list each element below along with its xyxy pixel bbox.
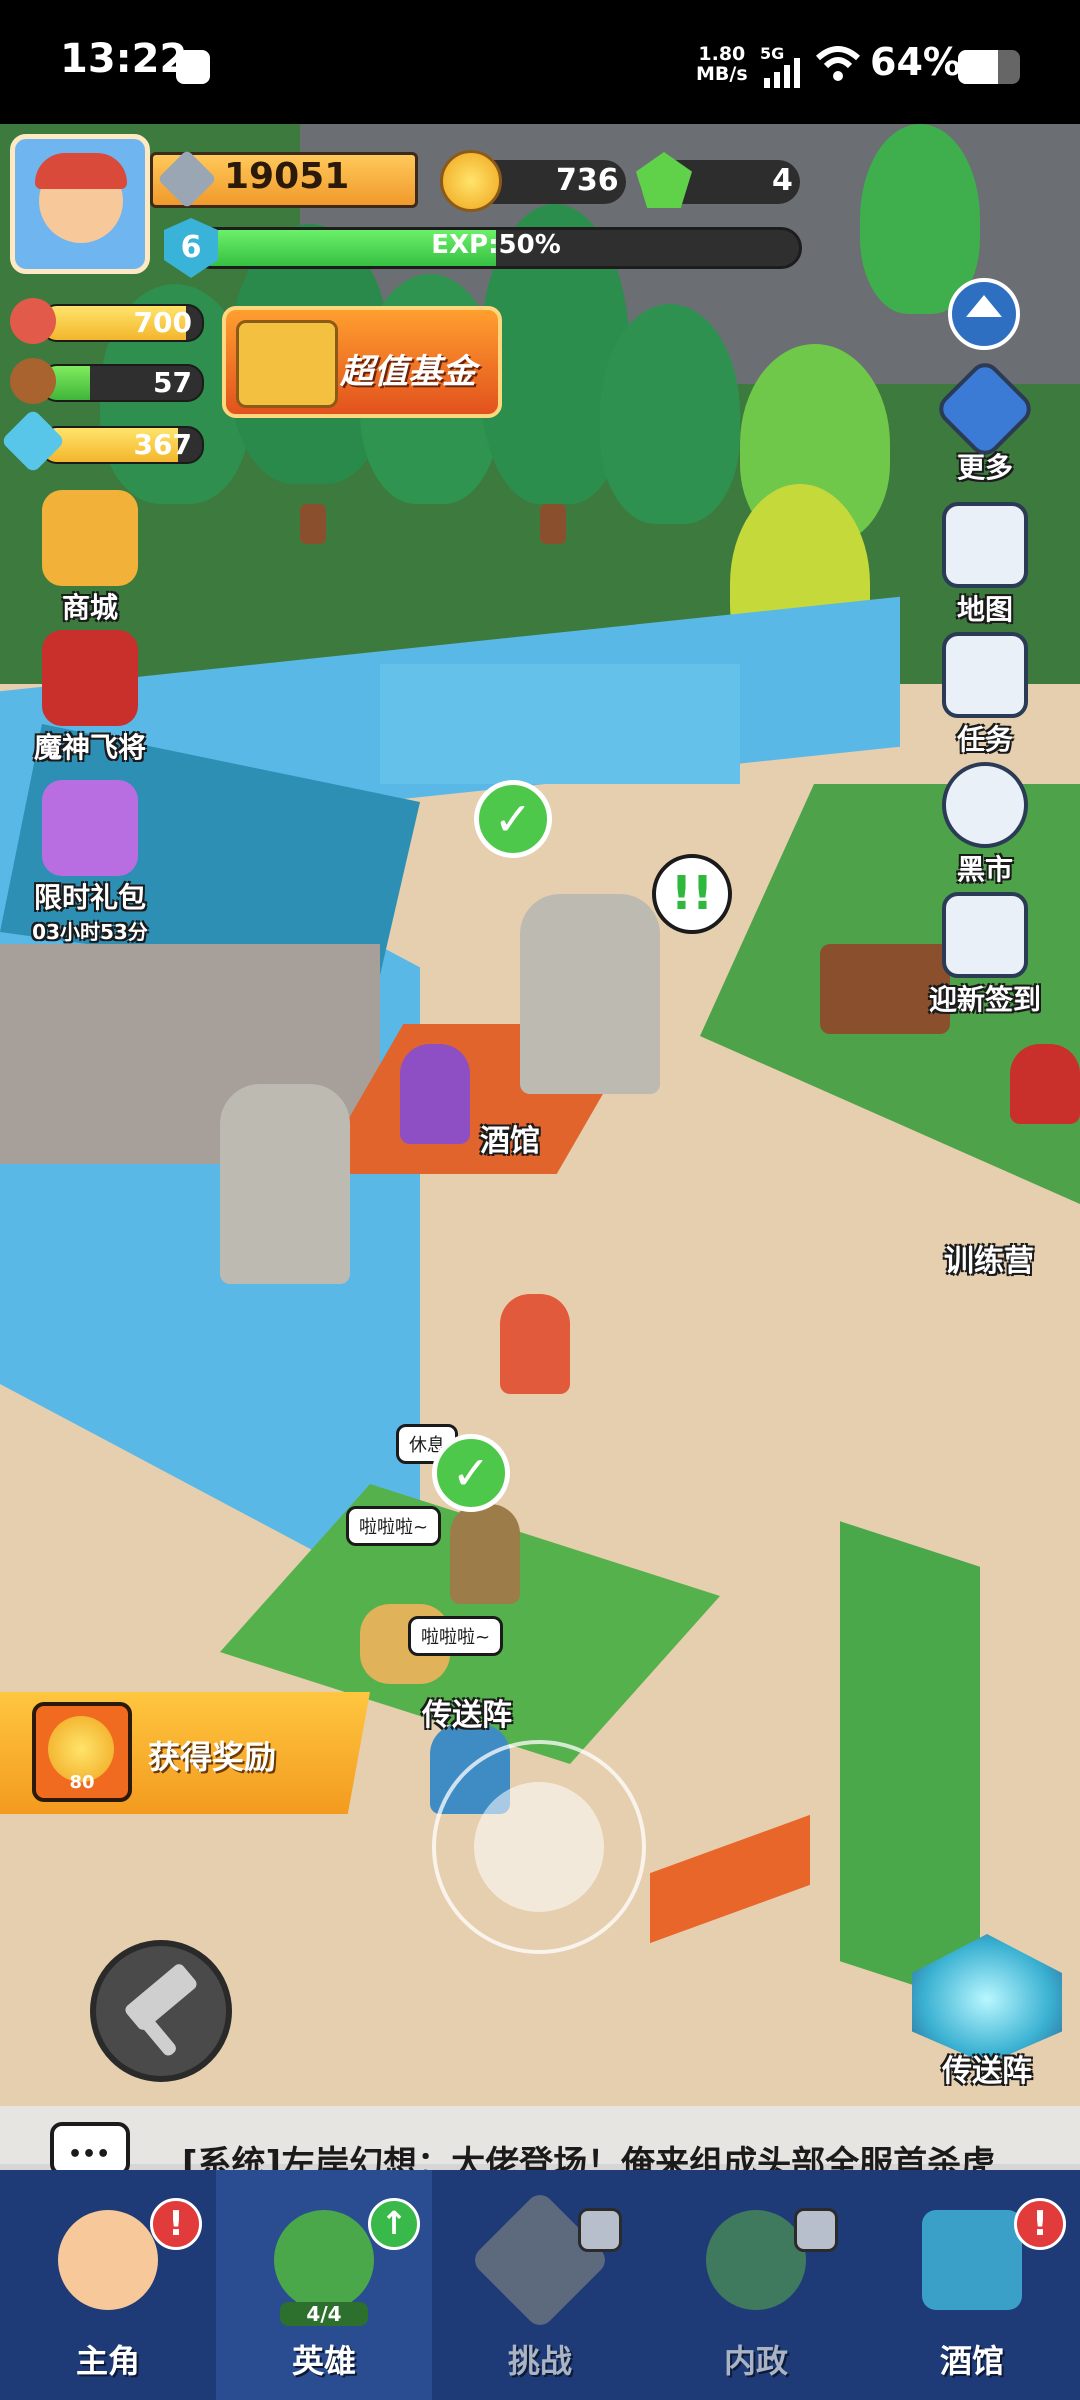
- tasks-button[interactable]: 任务: [920, 632, 1050, 758]
- black-market-label: 黑市: [956, 853, 1013, 886]
- nav-tavern[interactable]: ! 酒馆: [864, 2170, 1080, 2400]
- hero-general-icon: [274, 2210, 374, 2310]
- alert-badge: !: [150, 2198, 202, 2250]
- speech-bubble: 啦啦啦~: [346, 1506, 442, 1546]
- banner-flag: [650, 1814, 810, 1944]
- protagonist-icon: [58, 2210, 158, 2310]
- chat-dots: •••: [68, 2142, 111, 2167]
- reward-label: 获得奖励: [148, 1738, 277, 1776]
- app-notification-icon: [176, 50, 210, 84]
- map-label: 地图: [956, 593, 1013, 626]
- chevron-up-icon: [966, 295, 1002, 317]
- nav-label: 主角: [75, 2342, 140, 2380]
- player-character[interactable]: [500, 1294, 570, 1394]
- nav-label: 酒馆: [939, 2342, 1004, 2380]
- river: [380, 664, 740, 784]
- hero-count: 4/4: [280, 2302, 368, 2326]
- shop-icon: [42, 490, 138, 586]
- map-button[interactable]: 地图: [920, 502, 1050, 628]
- gift-box-icon: [42, 780, 138, 876]
- value-fund-label: 超值基金: [340, 352, 476, 392]
- avatar-hat: [35, 153, 127, 189]
- network-speed-value: 1.80: [698, 43, 746, 65]
- more-button[interactable]: 更多: [920, 356, 1050, 486]
- training-camp-label[interactable]: 训练营: [944, 1236, 1034, 1280]
- money-bag-icon: [942, 762, 1028, 848]
- stone-guardian: [520, 894, 660, 1094]
- map-pin-icon: [942, 502, 1028, 588]
- npc-tavern-keeper[interactable]: [400, 1044, 470, 1144]
- battery-percent: 64%: [870, 40, 961, 84]
- trunk: [300, 504, 326, 544]
- reward-count: 80: [69, 1772, 95, 1793]
- portal-check-icon[interactable]: ✓: [432, 1434, 510, 1512]
- nav-affairs[interactable]: 内政: [648, 2170, 864, 2400]
- crystal-stock-value: 367: [133, 428, 192, 461]
- calendar-check-icon: [942, 892, 1028, 978]
- lock-icon: [578, 2208, 622, 2252]
- tree: [600, 304, 740, 524]
- checkin-button[interactable]: 迎新签到: [920, 892, 1050, 1018]
- crystal-stock-bar: 367: [40, 426, 204, 464]
- black-market-button[interactable]: 黑市: [920, 762, 1050, 888]
- hedge: [840, 1521, 980, 2007]
- nav-heroes[interactable]: 4/4 ↑ 英雄: [216, 2170, 432, 2400]
- tavern-check-icon[interactable]: ✓: [474, 780, 552, 858]
- tasks-label: 任务: [956, 723, 1013, 756]
- battery-fill: [958, 50, 998, 84]
- nav-label: 英雄: [291, 2342, 356, 2380]
- npc-hero[interactable]: [450, 1504, 520, 1604]
- shop-button[interactable]: 商城: [20, 490, 160, 626]
- checkin-label: 迎新签到: [928, 983, 1041, 1016]
- battery-icon: [958, 50, 1020, 84]
- meat-stock-bar: 700: [40, 304, 204, 342]
- limited-gift-button[interactable]: 限时礼包 03小时53分: [20, 780, 160, 945]
- demon-general-icon: [42, 630, 138, 726]
- portal-label[interactable]: 传送阵: [422, 1690, 512, 1734]
- signal-icon: [764, 58, 800, 88]
- network-speed: 1.80 MB/s: [696, 44, 748, 84]
- demon-general-button[interactable]: 魔神飞将: [20, 630, 160, 766]
- limited-gift-label: 限时礼包: [33, 881, 146, 914]
- nav-challenge[interactable]: 挑战: [432, 2170, 648, 2400]
- nav-label: 挑战: [507, 2342, 572, 2380]
- combat-power-value: 19051: [224, 156, 350, 197]
- trunk: [540, 504, 566, 544]
- upgrade-arrow-icon: ↑: [368, 2198, 420, 2250]
- demon-general-label: 魔神飞将: [33, 731, 146, 764]
- hammer-icon: [123, 1961, 199, 2033]
- wood-stock-bar: 57: [40, 364, 204, 402]
- shop-label: 商城: [61, 591, 118, 624]
- dragon-icon: [706, 2210, 806, 2310]
- stone-guardian: [220, 1084, 350, 1284]
- hammer-build-button[interactable]: [90, 1940, 232, 2082]
- network-speed-unit: MB/s: [696, 63, 748, 85]
- gift-timer: 03小时53分: [32, 920, 148, 944]
- player-avatar[interactable]: [10, 134, 150, 274]
- wood-stock-value: 57: [153, 366, 192, 399]
- quest-exclaim-icon[interactable]: !!: [652, 854, 732, 934]
- gold-value: 736: [556, 163, 619, 198]
- gem-value: 4: [772, 163, 793, 198]
- alert-badge: !: [1014, 2198, 1066, 2250]
- speech-bubble: 啦啦啦~: [408, 1616, 504, 1656]
- chat-bubble-icon[interactable]: •••: [50, 2122, 130, 2176]
- gold-coin-icon: [440, 150, 502, 212]
- npc-soldier[interactable]: [1010, 1044, 1080, 1124]
- tavern-building-icon: [922, 2210, 1022, 2310]
- meat-icon: [10, 298, 56, 344]
- portal-button-label[interactable]: 传送阵: [942, 2046, 1032, 2090]
- status-time: 13:22: [60, 36, 188, 82]
- meat-stock-value: 700: [133, 306, 192, 339]
- wood-icon: [10, 358, 56, 404]
- lock-icon: [794, 2208, 838, 2252]
- tavern-label[interactable]: 酒馆: [480, 1116, 540, 1160]
- nav-protagonist[interactable]: ! 主角: [0, 2170, 216, 2400]
- treasure-chest-icon: [236, 320, 338, 408]
- wifi-icon: [815, 46, 861, 81]
- exp-text: EXP:50%: [431, 230, 561, 260]
- task-list-icon: [942, 632, 1028, 718]
- joystick-knob[interactable]: [474, 1782, 604, 1912]
- nav-label: 内政: [723, 2342, 788, 2380]
